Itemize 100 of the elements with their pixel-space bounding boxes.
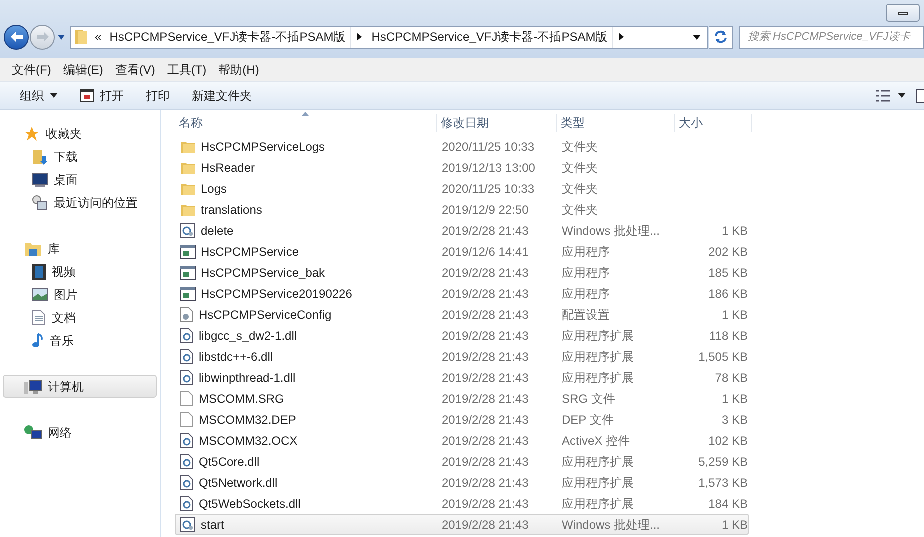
file-name: libstdc++-6.dll (199, 348, 274, 366)
file-type: 应用程序扩展 (561, 370, 635, 386)
menu-item[interactable]: 查看(V) (109, 60, 162, 78)
file-row[interactable]: libstdc++-6.dll 2019/2/28 21:43 应用程序扩展 1,505 KB (175, 346, 749, 367)
file-name: libwinpthread-1.dll (199, 370, 296, 386)
refresh-icon (714, 30, 728, 44)
modified-date: 2019/12/6 14:41 (441, 244, 530, 260)
file-row[interactable]: delete 2019/2/28 21:43 Windows 批处理... 1 KB (175, 220, 749, 241)
address-bar[interactable]: « HsCPCMPService_VFJ读卡器-不插PSAM版 HsCPCMPService_VFJ读卡器-不插PSAM版 (70, 26, 708, 48)
nav-item[interactable]: 文档 (0, 306, 160, 329)
nav-item[interactable]: 视频 (0, 260, 160, 283)
file-row[interactable]: MSCOMM32.OCX 2019/2/28 21:43 ActiveX 控件 102 KB (175, 430, 749, 451)
nav-item[interactable]: 计算机 (3, 375, 157, 398)
nav-item[interactable]: 桌面 (0, 168, 160, 191)
column-header[interactable]: 类型 (557, 114, 675, 132)
file-size: 202 KB (708, 244, 748, 258)
search-field[interactable]: 搜索 HsCPCMPService_VFJ读卡 (739, 26, 924, 48)
breadcrumb-arrow-icon[interactable] (356, 33, 362, 41)
modified-date: 2019/2/28 21:43 (441, 328, 530, 344)
file-name: Qt5Network.dll (199, 474, 278, 492)
file-row[interactable]: libgcc_s_dw2-1.dll 2019/2/28 21:43 应用程序扩展 118 KB (175, 325, 749, 346)
file-row[interactable]: Logs 2020/11/25 10:33 文件夹 (175, 178, 749, 199)
file-name: Qt5Core.dll (199, 454, 260, 470)
file-row[interactable]: Qt5Network.dll 2019/2/28 21:43 应用程序扩展 1,573 KB (175, 472, 749, 493)
toolbar-button[interactable]: 打印 (138, 84, 178, 108)
toolbar-button[interactable]: 组织 (12, 84, 66, 108)
refresh-button[interactable] (709, 26, 733, 48)
file-row[interactable]: start 2019/2/28 21:43 Windows 批处理... 1 KB (175, 514, 749, 535)
file-type: 应用程序 (561, 264, 611, 282)
menu-item[interactable]: 文件(F) (6, 60, 58, 78)
modified-date: 2019/2/28 21:43 (441, 264, 530, 282)
file-name: MSCOMM32.DEP (199, 412, 296, 428)
list-view-icon (876, 90, 890, 102)
file-type: 应用程序 (561, 244, 611, 260)
file-row[interactable]: HsCPCMPService20190226 2019/2/28 21:43 应用程序 186 KB (175, 283, 749, 304)
menu-item[interactable]: 帮助(H) (212, 60, 266, 78)
file-type: 文件夹 (561, 160, 599, 176)
modified-date: 2019/2/28 21:43 (441, 222, 530, 240)
file-row[interactable]: HsCPCMPService 2019/12/6 14:41 应用程序 202 KB (175, 241, 749, 262)
file-size: 184 KB (708, 496, 748, 510)
nav-item[interactable]: 图片 (0, 283, 160, 306)
file-type: 应用程序扩展 (561, 348, 635, 366)
file-size: 1 KB (722, 224, 748, 238)
modified-date: 2019/2/28 21:43 (441, 286, 530, 302)
file-name: delete (201, 222, 234, 240)
document-icon (180, 412, 194, 428)
file-row[interactable]: libwinpthread-1.dll 2019/2/28 21:43 应用程序扩展 78 KB (175, 367, 749, 388)
nav-item[interactable]: 音乐 (0, 329, 160, 352)
file-size: 78 KB (715, 370, 748, 384)
file-row[interactable]: HsCPCMPServiceConfig 2019/2/28 21:43 配置设置 1 KB (175, 304, 749, 325)
file-row[interactable]: HsCPCMPServiceLogs 2020/11/25 10:33 文件夹 (175, 136, 749, 157)
file-name: HsCPCMPServiceConfig (199, 306, 332, 324)
file-size: 5,259 KB (698, 454, 748, 468)
recent-places-icon (32, 194, 48, 210)
modified-date: 2019/2/28 21:43 (441, 496, 530, 512)
minimize-button[interactable] (886, 4, 920, 22)
file-row[interactable]: HsReader 2019/12/13 13:00 文件夹 (175, 157, 749, 178)
file-size: 186 KB (708, 286, 748, 300)
breadcrumb-overflow[interactable]: « (91, 28, 106, 46)
file-size: 185 KB (708, 266, 748, 280)
window-icon (180, 286, 196, 300)
folder-icon (74, 29, 88, 45)
breadcrumb[interactable]: HsCPCMPService_VFJ读卡器-不插PSAM版 (106, 28, 350, 46)
breadcrumb-arrow-icon[interactable] (618, 33, 624, 41)
nav-item[interactable]: 网络 (3, 421, 157, 444)
file-row[interactable]: Qt5Core.dll 2019/2/28 21:43 应用程序扩展 5,259 KB (175, 451, 749, 472)
history-dropdown[interactable] (56, 34, 67, 40)
gear-document-icon (180, 516, 196, 532)
file-row[interactable]: HsCPCMPService_bak 2019/2/28 21:43 应用程序 185 KB (175, 262, 749, 283)
back-button[interactable] (4, 24, 29, 50)
window-icon (80, 89, 94, 102)
gear-document-icon (180, 222, 196, 238)
nav-item[interactable]: 下载 (0, 145, 160, 168)
column-header[interactable]: 名称 (175, 114, 437, 132)
nav-item[interactable]: 收藏夹 (3, 122, 157, 145)
file-type: 文件夹 (561, 138, 599, 156)
star-icon (24, 126, 40, 142)
caret-icon[interactable] (693, 34, 701, 40)
download-folder-icon (32, 148, 48, 164)
gear-document-icon (180, 328, 194, 344)
column-header[interactable]: 大小 (675, 114, 752, 132)
modified-date: 2019/12/9 22:50 (441, 202, 530, 218)
modified-date: 2019/2/28 21:43 (441, 306, 530, 324)
file-row[interactable]: MSCOMM32.DEP 2019/2/28 21:43 DEP 文件 3 KB (175, 409, 749, 430)
breadcrumb[interactable]: HsCPCMPService_VFJ读卡器-不插PSAM版 (368, 28, 612, 46)
document-icon (180, 390, 194, 406)
column-header[interactable]: 修改日期 (437, 114, 557, 132)
file-row[interactable]: MSCOMM.SRG 2019/2/28 21:43 SRG 文件 1 KB (175, 388, 749, 409)
nav-item[interactable]: 库 (3, 237, 157, 260)
file-size: 1,505 KB (698, 350, 748, 364)
picture-icon (32, 288, 48, 301)
modified-date: 2019/2/28 21:43 (441, 432, 530, 450)
toolbar-button[interactable]: 打开 (72, 84, 132, 108)
file-row[interactable]: translations 2019/12/9 22:50 文件夹 (175, 199, 749, 220)
nav-item[interactable]: 最近访问的位置 (0, 191, 160, 214)
menu-item[interactable]: 工具(T) (161, 60, 213, 78)
toolbar-button[interactable]: 新建文件夹 (184, 84, 260, 108)
menu-item[interactable]: 编辑(E) (57, 60, 110, 78)
file-row[interactable]: Qt5WebSockets.dll 2019/2/28 21:43 应用程序扩展 184 KB (175, 493, 749, 514)
caret-icon (898, 93, 906, 98)
